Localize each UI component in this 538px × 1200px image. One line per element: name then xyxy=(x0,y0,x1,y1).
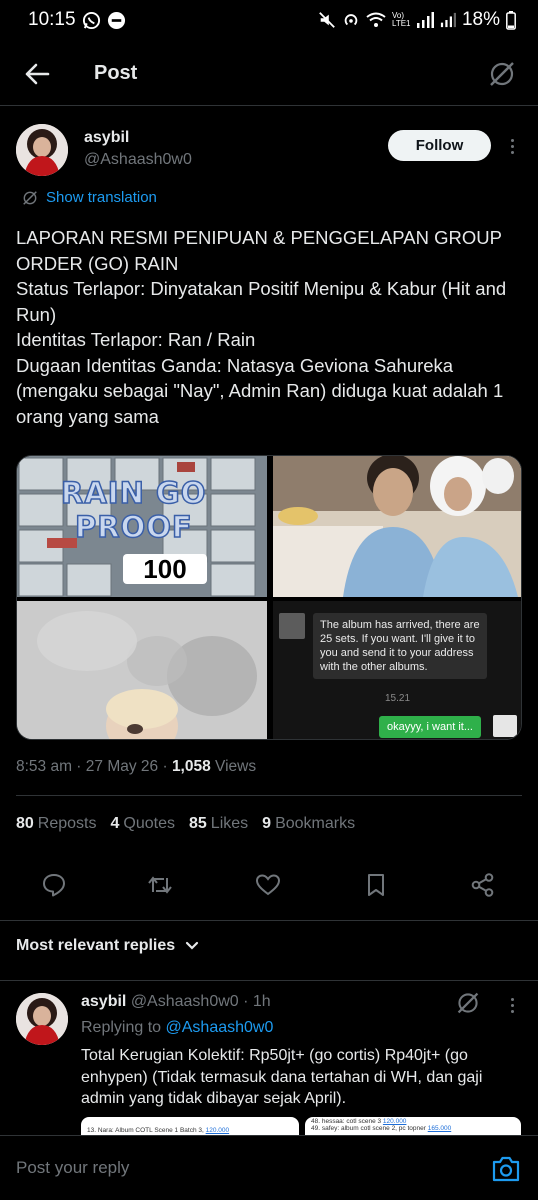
reply-composer xyxy=(0,1135,538,1200)
repost-icon[interactable] xyxy=(143,868,177,902)
reply-author-name[interactable]: asybil xyxy=(81,993,126,1010)
reposts-count: 80 xyxy=(16,815,34,832)
post-timestamp: 8:53 am · 27 May 26 · xyxy=(16,758,172,775)
chat-incoming-bubble: The album has arrived, there are 25 sets… xyxy=(313,613,487,679)
likes-count: 85 xyxy=(189,815,207,832)
post-stats: 80 Reposts 4 Quotes 85 Likes 9 Bookmarks xyxy=(16,815,355,833)
avatar[interactable] xyxy=(16,124,68,176)
more-options-icon[interactable] xyxy=(502,132,522,160)
views-label: Views xyxy=(210,758,257,775)
reply-image-amount: 120.000 xyxy=(382,1118,407,1125)
post-text-line: Dugaan Identitas Ganda: Natasya Geviona … xyxy=(16,354,504,427)
chat-outgoing-bubble: okayyy, i want it... xyxy=(379,716,481,738)
back-arrow-icon xyxy=(25,63,50,84)
reposts-label: Reposts xyxy=(37,815,97,832)
reply-image-amount: 120.000 xyxy=(205,1127,230,1134)
signal-icon xyxy=(416,12,434,28)
post-meta: 8:53 am · 27 May 26 · 1,058 Views xyxy=(16,758,256,776)
reply-text: Total Kerugian Kolektif: Rp50jt+ (go cor… xyxy=(81,1047,483,1107)
chat-avatar xyxy=(279,613,305,639)
reply-media-image[interactable]: 48. hessaa: cotl scene 3 120.000 49. saf… xyxy=(305,1117,521,1137)
reposts-stat[interactable]: 80 Reposts xyxy=(16,815,97,833)
avatar[interactable] xyxy=(16,993,68,1045)
bookmarks-label: Bookmarks xyxy=(275,815,356,832)
camera-icon[interactable] xyxy=(490,1154,522,1184)
battery-icon xyxy=(506,10,516,30)
page-title: Post xyxy=(94,62,138,84)
quotes-stat[interactable]: 4 Quotes xyxy=(111,815,176,833)
post-actions xyxy=(0,868,538,902)
like-icon[interactable] xyxy=(251,868,285,902)
reply-header: asybil @Ashaash0w0 · 1h xyxy=(81,993,271,1011)
signal-icon-2 xyxy=(440,12,456,28)
media-image-album-stack[interactable]: RAIN GO PROOF 100 xyxy=(17,456,267,597)
reply-icon[interactable] xyxy=(37,868,71,902)
reply-media-image[interactable]: 13. Nara: Album COTL Scene 1 Batch 3, 12… xyxy=(81,1117,299,1137)
status-time: 10:15 xyxy=(28,9,76,30)
divider xyxy=(16,795,522,796)
reply-image-text: 49. safey: album cotl scene 2, pc topner xyxy=(311,1125,426,1132)
post-text-line: Status Terlapor: Dinyatakan Positif Meni… xyxy=(16,278,507,325)
post-text-line: LAPORAN RESMI PENIPUAN & PENGGELAPAN GRO… xyxy=(16,227,502,274)
replying-prefix: Replying to xyxy=(81,1019,166,1036)
hotspot-icon xyxy=(342,11,360,29)
top-bar: Post xyxy=(0,42,538,106)
divider xyxy=(0,920,538,921)
whatsapp-icon xyxy=(82,11,101,30)
grok-icon xyxy=(490,62,514,86)
post-text: LAPORAN RESMI PENIPUAN & PENGGELAPAN GRO… xyxy=(16,225,526,429)
battery-percent: 18% xyxy=(461,9,500,30)
media-image-chat-screenshot[interactable]: The album has arrived, there are 25 sets… xyxy=(273,601,521,739)
media-grid: RAIN GO PROOF 100 The album has arrived,… xyxy=(16,455,522,740)
post-text-line: Identitas Terlapor: Ran / Rain xyxy=(16,329,256,350)
grok-icon[interactable] xyxy=(456,991,480,1020)
grok-button[interactable] xyxy=(484,56,520,92)
reply-input[interactable] xyxy=(16,1154,456,1182)
chevron-down-icon xyxy=(186,941,199,950)
quotes-label: Quotes xyxy=(123,815,175,832)
reply-image-text: 13. Nara: Album COTL Scene 1 Batch 3, xyxy=(87,1127,204,1134)
do-not-disturb-icon xyxy=(107,11,126,30)
reply-item[interactable]: asybil @Ashaash0w0 · 1h Replying to @Ash… xyxy=(0,980,538,1140)
bookmarks-stat[interactable]: 9 Bookmarks xyxy=(262,815,355,833)
follow-button[interactable]: Follow xyxy=(388,130,491,161)
quotes-count: 4 xyxy=(110,815,120,832)
chat-avatar-self xyxy=(493,715,517,737)
replies-sort-dropdown[interactable]: Most relevant replies xyxy=(16,937,199,955)
views-count: 1,058 xyxy=(171,758,211,775)
author-handle[interactable]: @Ashaash0w0 xyxy=(84,151,192,169)
author-name[interactable]: asybil xyxy=(84,129,129,147)
reply-image-text: 48. hessaa: cotl scene 3 xyxy=(311,1118,382,1125)
replying-to: Replying to @Ashaash0w0 xyxy=(81,1019,273,1037)
likes-stat[interactable]: 85 Likes xyxy=(189,815,248,833)
more-options-icon[interactable] xyxy=(505,995,519,1015)
bookmarks-count: 9 xyxy=(262,815,272,832)
replies-sort-label: Most relevant replies xyxy=(16,937,176,954)
show-translation-link[interactable]: Show translation xyxy=(22,189,157,206)
translation-label: Show translation xyxy=(46,189,157,206)
reply-time: · 1h xyxy=(243,993,271,1010)
wifi-icon xyxy=(366,12,386,28)
back-button[interactable] xyxy=(0,42,74,106)
status-bar: 10:15 Vo) LTE1 18% xyxy=(0,0,538,40)
proof-overlay-line2: PROOF xyxy=(74,509,193,545)
network-label: Vo) LTE1 xyxy=(391,11,411,28)
media-image-photo[interactable] xyxy=(273,456,521,597)
media-image-blurred-photo[interactable] xyxy=(17,601,267,739)
post-author: asybil @Ashaash0w0 Follow xyxy=(16,124,522,180)
reply-image-amount: 165.000 xyxy=(427,1125,452,1132)
chat-time: 15.21 xyxy=(385,693,411,704)
proof-badge: 100 xyxy=(123,554,207,584)
share-icon[interactable] xyxy=(466,868,500,902)
bookmark-icon[interactable] xyxy=(359,868,393,902)
grok-icon xyxy=(23,190,37,205)
mute-icon xyxy=(318,11,336,29)
reply-author-handle[interactable]: @Ashaash0w0 xyxy=(131,993,239,1010)
proof-overlay-line1: RAIN GO xyxy=(60,475,207,511)
replying-handle[interactable]: @Ashaash0w0 xyxy=(166,1019,274,1036)
likes-label: Likes xyxy=(210,815,249,832)
